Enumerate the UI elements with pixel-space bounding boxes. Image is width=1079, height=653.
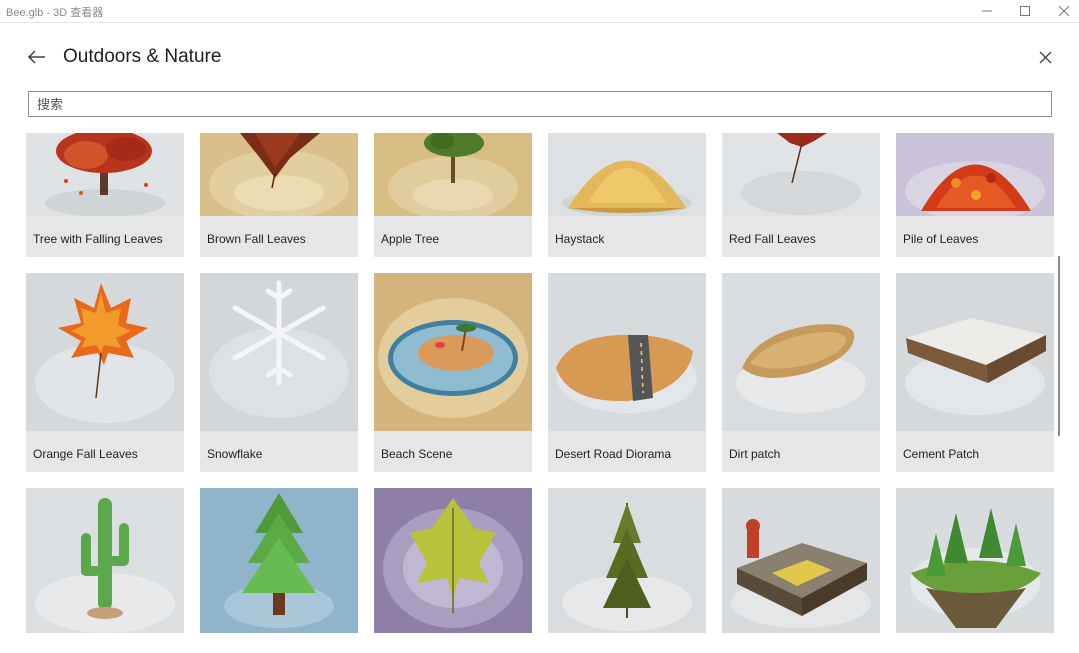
dirt-icon [722,273,880,431]
model-card[interactable]: Tree with Falling Leaves [26,133,184,257]
desert-road-icon [548,273,706,431]
leaf-icon [200,133,358,216]
model-card[interactable] [374,488,532,633]
tree-icon [26,133,184,216]
card-label: Snowflake [207,447,263,461]
card-label: Pile of Leaves [903,232,979,246]
scrollbar-thumb[interactable] [1058,256,1060,436]
model-card[interactable]: Brown Fall Leaves [200,133,358,257]
search-input[interactable] [29,92,1051,116]
card-label: Brown Fall Leaves [207,232,306,246]
haystack-icon [548,133,706,216]
card-label: Red Fall Leaves [729,232,816,246]
card-label: Beach Scene [381,447,453,461]
card-label: Desert Road Diorama [555,447,672,461]
model-card[interactable] [26,488,184,633]
model-card[interactable] [548,488,706,633]
model-card[interactable]: Desert Road Diorama [548,273,706,472]
page-header: Outdoors & Nature [0,23,1079,91]
leaf-icon [722,133,880,216]
card-label: Tree with Falling Leaves [33,232,163,246]
model-card[interactable] [722,488,880,633]
search-box[interactable] [28,91,1052,117]
model-card[interactable]: Beach Scene [374,273,532,472]
card-label: Orange Fall Leaves [33,447,138,461]
close-button[interactable] [1034,46,1056,68]
pine-tree-icon [200,488,358,633]
model-card[interactable] [200,488,358,633]
island-icon [374,273,532,431]
card-label: Haystack [555,232,605,246]
back-button[interactable] [25,45,49,69]
cement-icon [896,273,1054,431]
maximize-button[interactable] [1005,0,1045,22]
pine-tree-icon [548,488,706,633]
model-card[interactable]: Red Fall Leaves [722,133,880,257]
page-title: Outdoors & Nature [63,46,222,67]
leaf-icon [374,488,532,633]
minimize-button[interactable] [967,0,1007,22]
maximize-icon [1020,6,1030,16]
card-label: Apple Tree [381,232,440,246]
minimize-icon [982,10,992,12]
floating-island-icon [896,488,1054,633]
model-card[interactable]: Cement Patch [896,273,1054,472]
close-icon [1059,6,1069,16]
model-card[interactable]: Pile of Leaves [896,133,1054,257]
window-title: Bee.glb - 3D 查看器 [6,7,104,19]
model-grid: Tree with Falling Leaves Brown Fall Leav… [0,133,1079,653]
cactus-icon [26,488,184,633]
model-card[interactable]: Apple Tree [374,133,532,257]
arrow-left-icon [28,50,45,64]
tree-icon [374,133,532,216]
model-card[interactable]: Haystack [548,133,706,257]
title-bar: Bee.glb - 3D 查看器 [0,0,1079,23]
model-card[interactable]: Snowflake [200,273,358,472]
snowflake-icon [200,273,358,431]
model-card[interactable] [896,488,1054,633]
maple-leaf-icon [26,273,184,431]
window-close-button[interactable] [1044,0,1079,22]
model-card[interactable]: Dirt patch [722,273,880,472]
card-label: Cement Patch [903,447,980,461]
model-card[interactable]: Orange Fall Leaves [26,273,184,472]
card-label: Dirt patch [729,447,781,461]
close-icon [1039,51,1051,63]
leaf-pile-icon [896,133,1054,216]
hydrant-diorama-icon [722,488,880,633]
